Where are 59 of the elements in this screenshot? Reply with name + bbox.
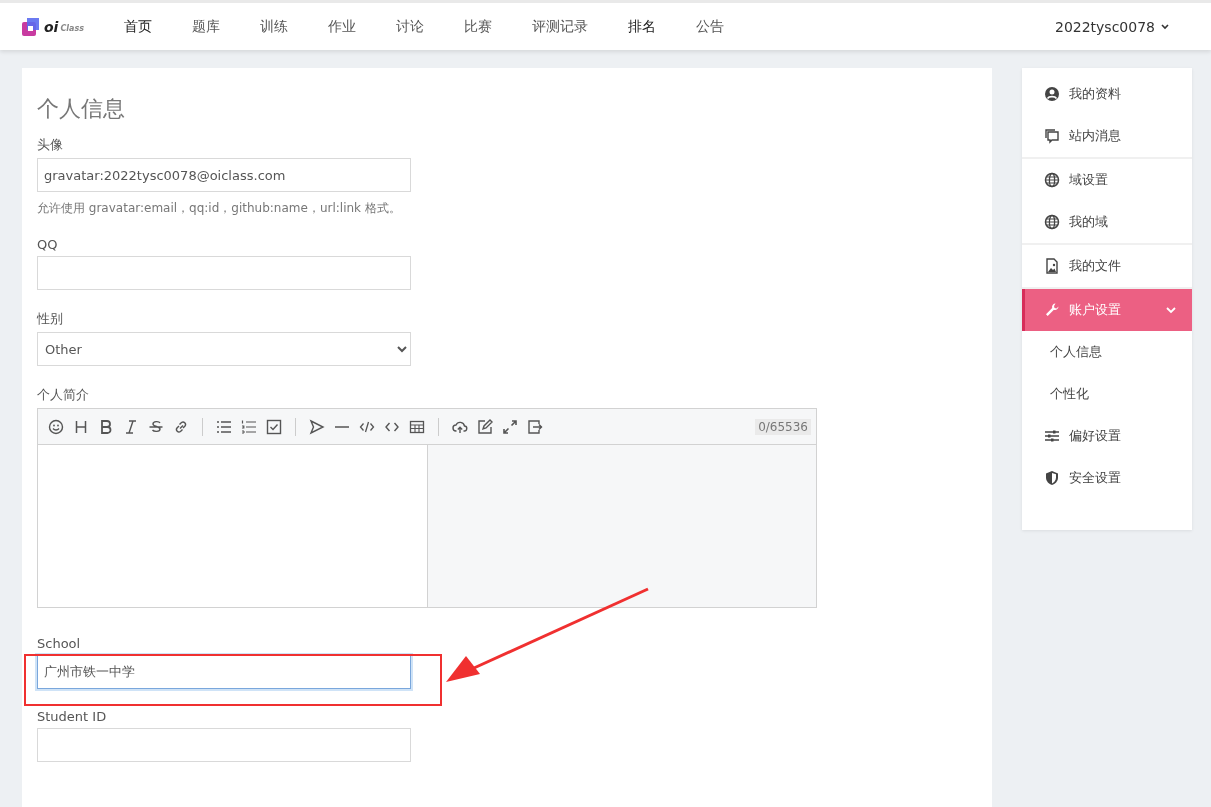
field-label: School: [37, 636, 81, 651]
sidebar-item[interactable]: 我的域: [1022, 201, 1192, 243]
sidebar-item[interactable]: 安全设置: [1022, 457, 1192, 499]
school-field[interactable]: 广州市铁一中学: [37, 655, 411, 689]
help-text: 允许使用 gravatar:email，qq:id，github:name，url:link 格式。: [37, 200, 401, 217]
send-icon[interactable]: [309, 418, 325, 435]
sidebar-item[interactable]: 我的文件: [1022, 245, 1192, 287]
bold-icon[interactable]: [98, 418, 114, 435]
table-icon[interactable]: [409, 418, 425, 435]
caret-icon: [1161, 23, 1169, 30]
globe-icon: [1044, 214, 1060, 230]
expand-icon[interactable]: [502, 418, 518, 435]
sidebar-item[interactable]: 我的资料: [1022, 73, 1192, 115]
nav-link[interactable]: 公告: [675, 17, 744, 36]
nav-link[interactable]: 题库: [171, 17, 240, 36]
sliders-icon: [1044, 428, 1060, 444]
sidebar-item[interactable]: 偏好设置: [1022, 415, 1192, 457]
character-counter: 0/65536: [755, 418, 811, 435]
image-file-icon: [1044, 258, 1060, 274]
student-id-field[interactable]: [37, 728, 411, 762]
smiley-icon[interactable]: [48, 418, 64, 435]
checkbox-icon[interactable]: [266, 418, 282, 435]
sidebar-item[interactable]: 站内消息: [1022, 115, 1192, 157]
site-logo[interactable]: oi Class: [22, 17, 84, 36]
chevron-icon: [1166, 306, 1176, 314]
field-label: 性别: [37, 310, 63, 328]
shield-icon: [1044, 470, 1060, 486]
sidebar-subitem[interactable]: 个人信息: [1022, 331, 1192, 373]
field-label: Student ID: [37, 709, 107, 724]
heading-icon[interactable]: [73, 418, 89, 435]
exit-preview-icon[interactable]: [527, 418, 543, 435]
link-icon[interactable]: [173, 418, 189, 435]
chat-bubbles-icon: [1044, 128, 1060, 144]
numbered-list-icon[interactable]: [241, 418, 257, 435]
markdown-editor[interactable]: 0/65536: [37, 408, 817, 608]
page-title: 个人信息: [37, 95, 126, 123]
nav-link[interactable]: 排名: [607, 17, 676, 36]
user-circle-icon: [1044, 86, 1060, 102]
nav-link[interactable]: 讨论: [375, 17, 444, 36]
nav-link[interactable]: 评测记录: [511, 17, 608, 36]
qq-field[interactable]: [37, 256, 411, 290]
avatar-field[interactable]: gravatar:2022tysc0078@oiclass.com: [37, 158, 411, 192]
nav-link[interactable]: 作业: [307, 17, 376, 36]
field-label: QQ: [37, 237, 58, 252]
edit-icon[interactable]: [477, 418, 493, 435]
nav-link[interactable]: 训练: [239, 17, 308, 36]
user-menu[interactable]: 2022tysc0078: [1054, 18, 1169, 35]
field-label: 头像: [37, 136, 63, 154]
globe-icon: [1044, 172, 1060, 188]
italic-icon[interactable]: [123, 418, 139, 435]
bulleted-list-icon[interactable]: [216, 418, 232, 435]
sidebar-subitem[interactable]: 个性化: [1022, 373, 1192, 415]
nav-link[interactable]: 比赛: [443, 17, 512, 36]
nav-link[interactable]: 首页: [103, 17, 172, 36]
sidebar-item[interactable]: 域设置: [1022, 159, 1192, 201]
wrench-icon: [1044, 302, 1060, 318]
strikethrough-icon[interactable]: [148, 418, 164, 435]
gender-select[interactable]: Other: [37, 332, 411, 366]
field-label: 个人简介: [37, 386, 89, 404]
